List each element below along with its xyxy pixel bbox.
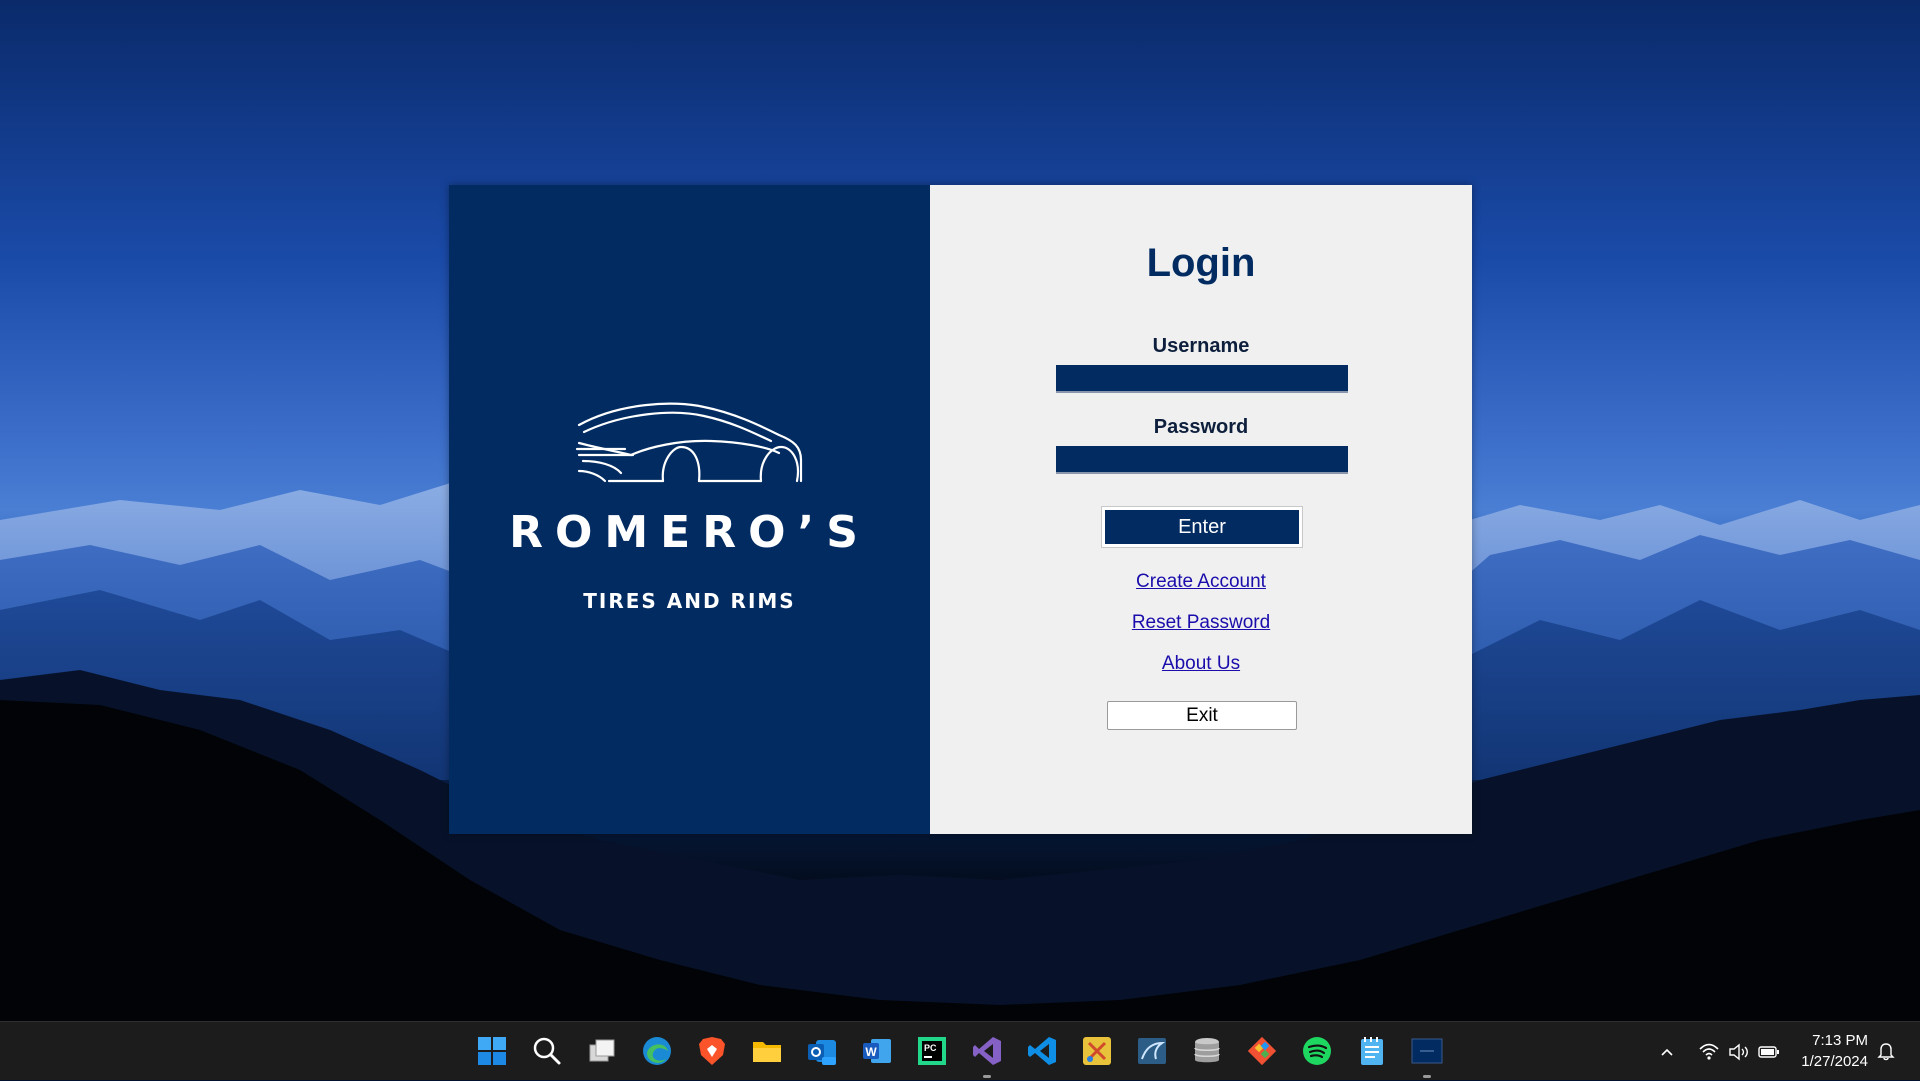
login-title: Login	[1146, 241, 1256, 285]
svg-text:PC: PC	[924, 1043, 937, 1053]
outlook-button[interactable]	[803, 1032, 841, 1070]
network-button[interactable]	[1694, 1037, 1724, 1067]
word-icon: W	[863, 1039, 891, 1063]
spotify-button[interactable]	[1298, 1032, 1336, 1070]
clock-time: 7:13 PM	[1812, 1032, 1868, 1049]
vscode-button[interactable]	[1023, 1032, 1061, 1070]
file-explorer-icon	[753, 1042, 781, 1062]
about-us-row: About Us	[930, 653, 1472, 675]
git-icon	[1247, 1036, 1277, 1066]
notepad-icon	[1361, 1037, 1383, 1065]
enter-button[interactable]: Enter	[1101, 506, 1303, 548]
password-input[interactable]	[1056, 446, 1348, 474]
visual-studio-icon	[973, 1037, 1001, 1065]
notifications-button[interactable]	[1871, 1036, 1901, 1066]
git-button[interactable]	[1243, 1032, 1281, 1070]
search-icon	[533, 1037, 561, 1065]
database-button[interactable]	[1188, 1032, 1226, 1070]
task-view-button[interactable]	[583, 1032, 621, 1070]
volume-button[interactable]	[1724, 1037, 1754, 1067]
vscode-icon	[1028, 1037, 1056, 1065]
exit-button[interactable]: Exit	[1107, 701, 1297, 730]
file-explorer-button[interactable]	[748, 1032, 786, 1070]
clock[interactable]: 7:13 PM 1/27/2024	[1790, 1030, 1868, 1072]
username-label: Username	[1152, 335, 1250, 357]
show-hidden-icons-button[interactable]	[1652, 1037, 1682, 1067]
notepad-button[interactable]	[1353, 1032, 1391, 1070]
taskbar: W PC 7:13 PM 1/27/2024	[0, 1021, 1920, 1080]
snipping-tool-button[interactable]	[1078, 1032, 1116, 1070]
database-icon	[1194, 1038, 1220, 1063]
brand-tagline: TIRES AND RIMS	[583, 589, 796, 613]
system-tray	[1652, 1022, 1784, 1081]
pycharm-button[interactable]: PC	[913, 1032, 951, 1070]
clock-date: 1/27/2024	[1801, 1053, 1868, 1070]
edge-button[interactable]	[638, 1032, 676, 1070]
brave-icon	[699, 1037, 725, 1065]
bell-icon	[1877, 1043, 1895, 1061]
create-account-row: Create Account	[930, 571, 1472, 593]
running-indicator	[1423, 1075, 1431, 1078]
mysql-workbench-icon	[1138, 1038, 1166, 1064]
login-window: ROMERO’S TIRES AND RIMS Login Username P…	[449, 185, 1472, 834]
mysql-workbench-button[interactable]	[1133, 1032, 1171, 1070]
about-us-link[interactable]: About Us	[1162, 653, 1240, 674]
chevron-up-icon	[1661, 1048, 1673, 1056]
visual-studio-button[interactable]	[968, 1032, 1006, 1078]
running-indicator	[983, 1075, 991, 1078]
snipping-tool-icon	[1083, 1037, 1111, 1065]
login-form-panel: Login Username Password Enter Create Acc…	[930, 185, 1472, 834]
start-icon	[478, 1037, 506, 1065]
pycharm-icon: PC	[918, 1037, 946, 1065]
battery-icon	[1758, 1045, 1779, 1058]
edge-icon	[643, 1037, 671, 1065]
outlook-new-icon	[808, 1040, 836, 1065]
username-input[interactable]	[1056, 365, 1348, 393]
brave-button[interactable]	[693, 1032, 731, 1070]
volume-icon	[1729, 1043, 1748, 1060]
login-app-button[interactable]	[1408, 1032, 1446, 1078]
task-view-icon	[589, 1039, 615, 1062]
reset-password-row: Reset Password	[930, 612, 1472, 634]
start-button[interactable]	[473, 1032, 511, 1070]
brand-panel: ROMERO’S TIRES AND RIMS	[449, 185, 930, 834]
password-label: Password	[1153, 416, 1249, 438]
reset-password-link[interactable]: Reset Password	[1132, 612, 1270, 633]
wifi-icon	[1699, 1043, 1719, 1060]
create-account-link[interactable]: Create Account	[1136, 571, 1266, 592]
svg-text:W: W	[865, 1045, 877, 1059]
search-button[interactable]	[528, 1032, 566, 1070]
battery-button[interactable]	[1754, 1037, 1784, 1067]
brand-name: ROMERO’S	[509, 507, 870, 558]
spotify-icon	[1303, 1037, 1331, 1065]
word-button[interactable]: W	[858, 1032, 896, 1070]
login-app-icon	[1411, 1038, 1443, 1064]
